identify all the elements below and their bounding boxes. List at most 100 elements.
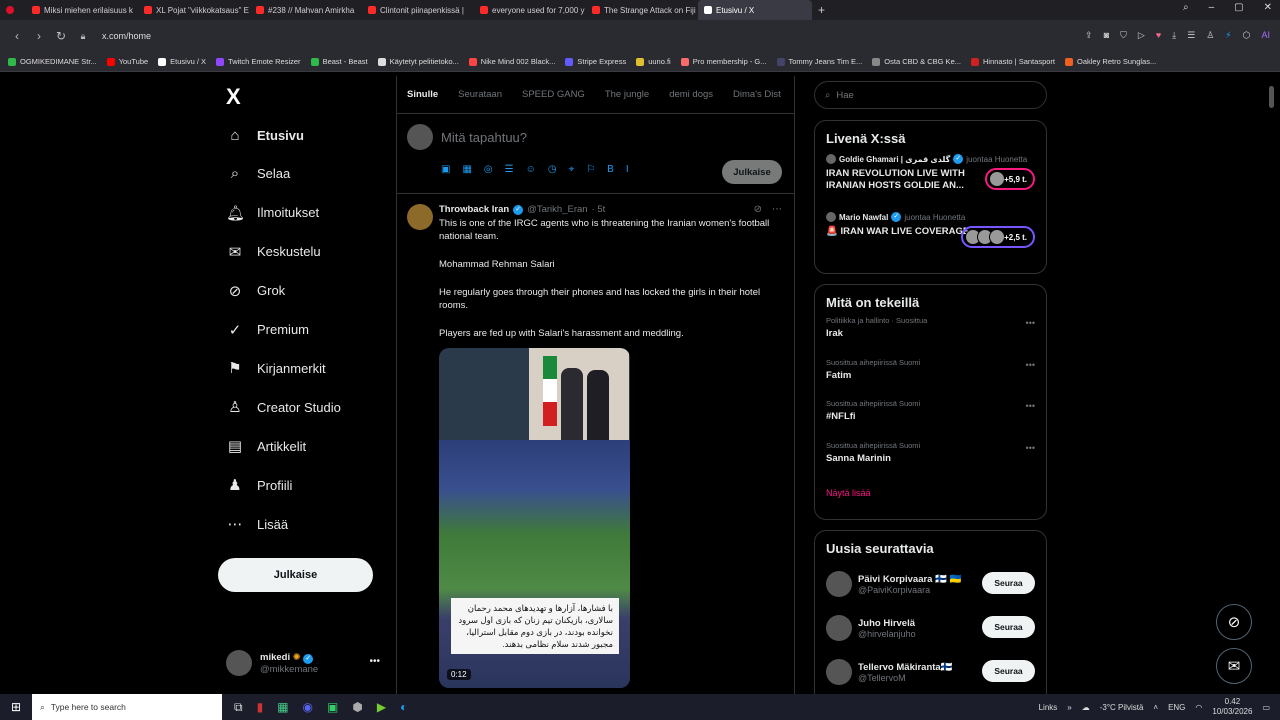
shield-icon[interactable]: ⛉ [1120,30,1127,41]
live-item[interactable]: Mario Nawfal ✓ juontaa Huonetta 🚨 IRAN WAR … [815,210,1046,268]
follow-button[interactable]: Seuraa [982,572,1035,594]
more-icon[interactable]: ••• [369,656,380,667]
post-button[interactable]: Julkaise [218,558,373,592]
app-icon[interactable]: ▮ [257,700,264,715]
x-logo[interactable]: X [226,84,241,110]
account-switcher[interactable]: mikedi ✺ ✓ @mikkemane ••• [226,648,386,678]
forward-button[interactable]: › [28,29,50,43]
nav-item-creator[interactable]: ♙ Creator Studio [226,393,341,421]
follow-button[interactable]: Seuraa [982,660,1035,682]
timeline-tab[interactable]: Sinulle [407,89,438,100]
bookmark-item[interactable]: Oakley Retro Sunglas... [1065,57,1156,66]
follow-suggestion[interactable]: Tellervo Mäkiranta🇫🇮 @TellervoM Seuraa [815,650,1046,694]
wifi-icon[interactable]: ◠ [1195,703,1202,712]
bookmark-item[interactable]: Osta CBD & CBG Ke... [872,57,961,66]
trend-item[interactable]: Suosittua aihepiirissä Suomi Sanna Marini… [815,441,1046,483]
nav-item-bell[interactable]: 🔔︎ Ilmoitukset [226,199,319,227]
avatar[interactable] [826,571,852,597]
app-icon[interactable]: ▦ [277,700,288,715]
share-icon[interactable]: ⇪ [1085,30,1093,41]
compose-tool-icon[interactable]: ☺ [526,164,536,175]
camera-icon[interactable]: ◙ [1104,30,1109,41]
tweet-time[interactable]: · 5t [592,204,606,215]
nav-item-search[interactable]: ⌕ Selaa [226,160,290,188]
compose-tool-icon[interactable]: I [626,164,629,175]
back-button[interactable]: ‹ [6,29,28,43]
browser-tab[interactable]: The Strange Attack on Fiji [586,0,698,20]
extension-icon[interactable]: ⚡ [1225,30,1231,41]
close-button[interactable]: ✕ [1264,2,1272,13]
nav-item-verified[interactable]: ✓ Premium [226,316,309,344]
compose-tool-icon[interactable]: ⌖ [569,164,575,175]
bookmark-item[interactable]: Twitch Emote Resizer [216,57,301,66]
more-icon[interactable]: ⋯ [772,204,782,215]
language-indicator[interactable]: ENG [1168,703,1185,712]
new-tab-button[interactable]: + [818,3,825,17]
bookmark-item[interactable]: Etusivu / X [158,57,206,66]
chevron-up-icon[interactable]: ˄ [1153,703,1158,712]
weather-text[interactable]: -3°C Pilvistä [1100,703,1144,712]
page-scrollbar[interactable] [1268,76,1276,696]
bookmark-item[interactable]: OGMIKEDIMANE Str... [8,57,97,66]
url-field[interactable]: x.com/home [102,31,151,41]
download-icon[interactable]: ⤓ [1172,30,1176,41]
browser-tab[interactable]: XL Pojat "viikkokatsaus" E [138,0,250,20]
minimize-button[interactable]: – [1209,2,1215,13]
live-listeners-pill[interactable]: +2,5 t. [961,226,1035,248]
compose-tool-icon[interactable]: ▦ [462,164,471,175]
tweet[interactable]: Throwback Iran ✓ @Tarikh_Eran · 5t ⊘ ⋯ T… [397,194,794,688]
play-icon[interactable]: ▷ [1138,30,1145,41]
grok-icon[interactable]: ⊘ [754,204,762,215]
compose-tool-icon[interactable]: B [607,164,614,175]
browser-tab[interactable]: Etusivu / X [698,0,812,20]
edge-icon[interactable]: ◐ [400,700,407,715]
tweet-author-name[interactable]: Throwback Iran [439,204,509,215]
messages-float-button[interactable]: ✉ [1216,648,1252,684]
clock[interactable]: 0.42 10/03/2026 [1212,697,1252,717]
more-icon[interactable]: ••• [1026,360,1035,370]
menu-icon[interactable]: ☰ [1187,30,1195,41]
ai-button[interactable]: AI [1261,30,1270,41]
notification-icon[interactable]: ▭ [1262,703,1270,712]
follow-button[interactable]: Seuraa [982,616,1035,638]
bookmark-item[interactable]: YouTube [106,57,148,66]
maximize-button[interactable]: ▢ [1234,2,1243,13]
reload-icon[interactable]: ↻ [50,29,72,43]
browser-menu-button[interactable] [0,0,26,20]
follow-suggestion[interactable]: Päivi Korpivaara 🇫🇮 🇺🇦 @PaiviKorpivaara Se… [815,562,1046,606]
bookmark-item[interactable]: Tommy Jeans Tim E... [776,57,862,66]
avatar[interactable] [407,204,433,230]
app-icon[interactable]: ▶ [377,700,386,715]
profile-icon[interactable]: ♙ [1206,30,1214,41]
bookmark-item[interactable]: Pro membership - G... [680,57,767,66]
compose-tool-icon[interactable]: ▣ [441,164,450,175]
windows-start-icon[interactable]: ⊞ [0,700,32,714]
bookmark-item[interactable]: Nike Mind 002 Black... [468,57,555,66]
heart-icon[interactable]: ♥ [1156,30,1161,41]
tweet-video[interactable]: با فشارها، آزارها و تهدیدهای محمد رحمان … [439,348,630,688]
more-icon[interactable]: ••• [1026,318,1035,328]
browser-tab[interactable]: Miksi miehen erilaisuus k [26,0,138,20]
trend-item[interactable]: Suosittua aihepiirissä Suomi #NFLfi ••• [815,399,1046,441]
follow-suggestion[interactable]: Juho Hirvelä @hirvelanjuho Seuraa [815,606,1046,650]
overflow-icon[interactable]: » [1067,703,1071,712]
compose-post-button[interactable]: Julkaise [722,160,782,184]
trend-item[interactable]: Politiikka ja hallinto · Suosittua Irak ••… [815,316,1046,358]
timeline-tab[interactable]: demi dogs [669,89,713,100]
bookmark-item[interactable]: uuno.fi [636,57,671,66]
avatar[interactable] [826,659,852,685]
timeline-tab[interactable]: SPEED GANG [522,89,585,100]
task-view-icon[interactable]: ⧉ [234,700,243,715]
show-more-link[interactable]: Näytä lisää [815,482,1046,508]
bookmark-item[interactable]: Beast - Beast [310,57,368,66]
compose-tool-icon[interactable]: ◷ [548,164,557,175]
nav-item-profile[interactable]: ♟ Profiili [226,471,292,499]
search-tabs-icon[interactable]: ⌕ [1183,2,1189,13]
nav-item-mail[interactable]: ✉ Keskustelu [226,238,321,266]
bookmark-item[interactable]: Stripe Express [565,57,626,66]
compose-tool-icon[interactable]: ◎ [484,164,493,175]
bookmark-item[interactable]: Hinnasto | Santasport [971,57,1055,66]
cube-icon[interactable]: ⬡ [1243,30,1251,41]
app-icon[interactable]: ▣ [327,700,338,715]
avatar[interactable] [826,615,852,641]
